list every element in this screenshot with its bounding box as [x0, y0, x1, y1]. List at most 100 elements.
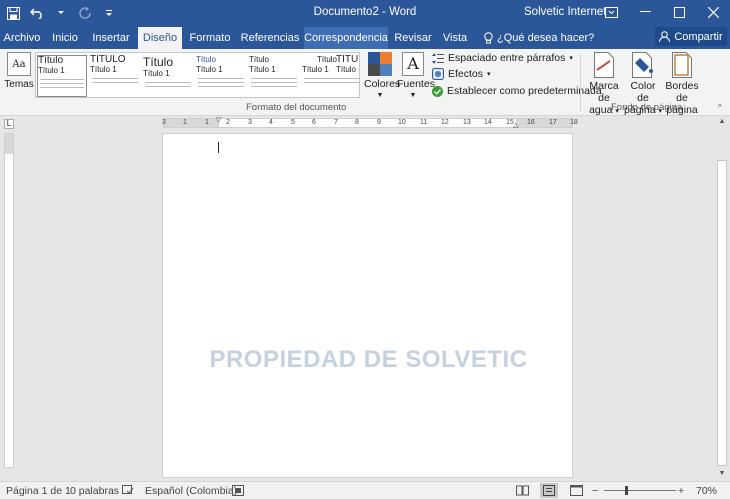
tab-vista[interactable]: Vista [438, 27, 472, 49]
vertical-ruler[interactable] [4, 133, 14, 468]
ruler-number: 3 [248, 119, 252, 126]
colors-button[interactable]: Colores ▼ [364, 52, 401, 102]
style-set-title: TÍTULO [336, 55, 359, 65]
style-set-item[interactable]: TÍTULO Título 1 [90, 55, 140, 97]
tab-revisar[interactable]: Revisar [392, 27, 434, 49]
style-set-subtitle: Título 1 [196, 65, 223, 74]
tell-me-box[interactable]: ¿Qué desea hacer? [484, 27, 594, 49]
tell-me-label: ¿Qué desea hacer? [497, 32, 595, 44]
quick-access-toolbar [4, 4, 118, 22]
themes-icon: Aa [7, 52, 31, 76]
maximize-icon[interactable] [662, 0, 696, 24]
zoom-in-button[interactable]: + [678, 485, 684, 497]
watermark-label-2: agua [589, 104, 613, 116]
scroll-down-icon[interactable]: ▼ [717, 470, 727, 477]
close-icon[interactable] [696, 0, 730, 24]
style-set-item[interactable]: TÍTULO Título 1 [336, 55, 359, 97]
style-set-item[interactable]: Título Título 1 [37, 55, 87, 97]
left-margin-area [164, 119, 219, 127]
group-label-document-format: Formato del documento [246, 102, 347, 113]
tab-formato[interactable]: Formato [186, 27, 234, 49]
print-layout-icon[interactable] [540, 483, 558, 498]
style-set-title: TÍTULO [90, 55, 126, 65]
customize-qat-icon[interactable] [100, 4, 118, 22]
right-indent-icon[interactable]: △ [513, 121, 518, 129]
share-button[interactable]: Compartir [655, 27, 727, 46]
minimize-icon[interactable] [628, 0, 662, 24]
ruler-number: 6 [312, 119, 316, 126]
top-margin-area [5, 134, 13, 154]
ruler-number: 4 [269, 119, 273, 126]
set-as-default-button[interactable]: Establecer como predeterminada [432, 85, 602, 97]
word-count[interactable]: 0 palabras [70, 485, 119, 497]
fonts-label: Fuentes [397, 78, 435, 90]
ruler-number: 5 [291, 119, 295, 126]
ruler-number: 11 [420, 119, 428, 126]
style-set-title: Título [196, 55, 217, 64]
document-page[interactable]: PROPIEDAD DE SOLVETIC [162, 133, 573, 478]
redo-icon[interactable] [76, 4, 94, 22]
ruler-number: 1 [183, 119, 187, 126]
undo-dropdown-icon[interactable] [52, 4, 70, 22]
language[interactable]: Español (Colombia) [145, 485, 237, 497]
scroll-up-icon[interactable]: ▲ [717, 118, 727, 125]
tab-correspondencia[interactable]: Correspondencia [304, 27, 388, 49]
tab-inicio[interactable]: Inicio [46, 27, 84, 49]
fonts-glyph: A [407, 54, 419, 73]
read-mode-icon[interactable] [516, 485, 529, 499]
proofing-icon[interactable] [122, 485, 134, 499]
web-layout-icon[interactable] [570, 485, 583, 499]
page-count[interactable]: Página 1 de 1 [6, 485, 71, 497]
ruler-number: 10 [398, 119, 406, 126]
style-set-title: Título [143, 55, 174, 69]
title-bar: Documento2 - Word Solvetic Internet [0, 0, 730, 27]
ruler-number: 3 [162, 119, 166, 126]
ruler-number: 7 [334, 119, 338, 126]
tab-selector-glyph: L [6, 119, 12, 128]
watermark-label-1: Marca de [589, 80, 619, 104]
tab-diseno[interactable]: Diseño [138, 27, 182, 49]
vertical-scrollbar[interactable]: ▲ ▼ [714, 116, 730, 480]
fonts-button[interactable]: A Fuentes ▼ [397, 52, 435, 102]
scroll-thumb[interactable] [717, 160, 727, 466]
page-color-label-1: Color de [630, 80, 656, 104]
collapse-ribbon-icon[interactable]: ^ [718, 103, 722, 112]
page-borders-icon [672, 52, 692, 78]
tab-archivo[interactable]: Archivo [2, 27, 42, 49]
zoom-slider[interactable] [604, 490, 676, 491]
style-set-item[interactable]: Título Título 1 [249, 55, 299, 97]
group-separator [580, 54, 581, 112]
effects-icon [432, 68, 444, 80]
indent-marker-icon[interactable]: ▽ [216, 116, 221, 124]
effects-label: Efectos [448, 68, 484, 80]
set-as-default-label: Establecer como predeterminada [447, 85, 602, 97]
undo-icon[interactable] [28, 4, 46, 22]
macro-record-icon[interactable] [232, 485, 244, 499]
status-bar: Página 1 de 1 0 palabras Español (Colomb… [0, 481, 730, 499]
ruler-number: 17 [549, 119, 557, 126]
themes-button[interactable]: Aa Temas [4, 52, 34, 90]
ruler-number: 14 [484, 119, 492, 126]
ribbon-display-options-icon[interactable] [594, 0, 628, 24]
style-set-subtitle: Título 1 [38, 66, 65, 75]
zoom-slider-thumb[interactable] [625, 486, 628, 495]
style-set-subtitle: Título 1 [90, 65, 117, 74]
tab-insertar[interactable]: Insertar [88, 27, 134, 49]
save-icon[interactable] [4, 4, 22, 22]
fonts-dropdown-icon: ▼ [409, 92, 417, 99]
text-cursor [218, 142, 219, 153]
horizontal-ruler[interactable]: 3 1 1 2 3 4 5 6 7 8 9 10 11 12 13 14 15 16 17 18 ▽ △ [162, 116, 578, 129]
tab-referencias[interactable]: Referencias [240, 27, 300, 49]
colors-label: Colores [364, 78, 401, 90]
ruler-number: 18 [570, 119, 578, 126]
style-set-item[interactable]: Título Título 1 [196, 55, 246, 97]
zoom-out-button[interactable]: − [592, 485, 598, 497]
ruler-number: 12 [441, 119, 449, 126]
zoom-level[interactable]: 70% [696, 485, 717, 497]
effects-button[interactable]: Efectos ▾ [432, 68, 491, 80]
style-set-item[interactable]: Título Título 1 [143, 55, 193, 97]
style-set-subtitle: Título 1 [336, 65, 359, 74]
tab-selector[interactable]: L [4, 119, 14, 129]
paragraph-spacing-button[interactable]: Espaciado entre párrafos ▾ [432, 52, 573, 64]
right-margin-area [516, 119, 572, 127]
